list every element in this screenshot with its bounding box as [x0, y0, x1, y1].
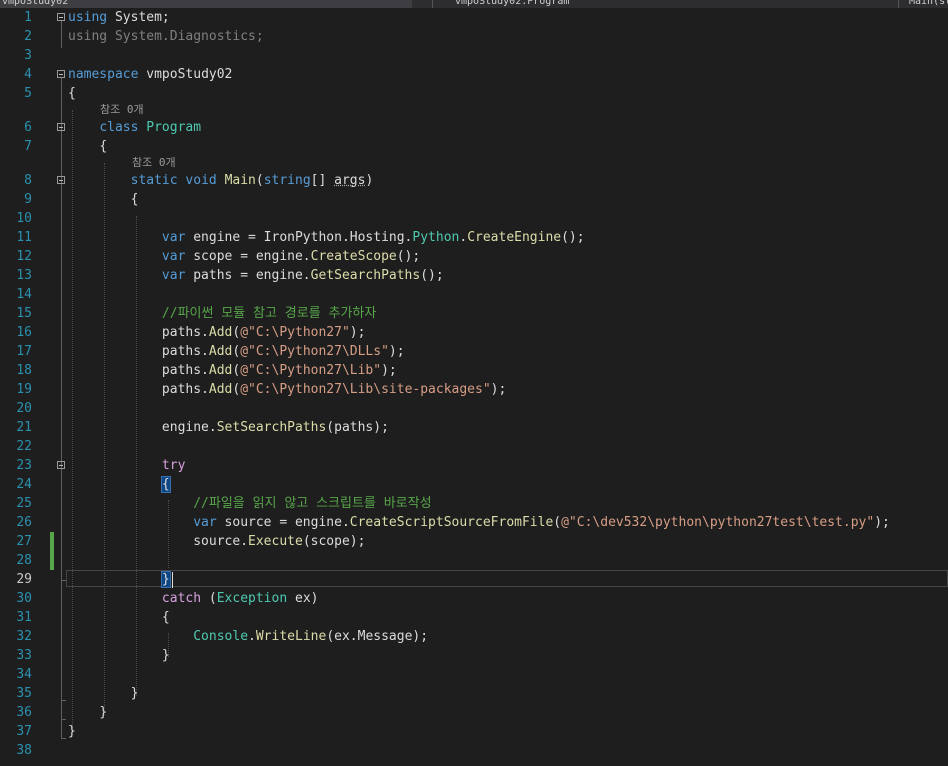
- line-number: 24: [16, 477, 32, 492]
- line-number: 9: [24, 192, 32, 207]
- line-number: 26: [16, 515, 32, 530]
- line-number: 3: [24, 48, 32, 63]
- code-line-12[interactable]: var scope = engine.CreateScope();: [68, 247, 420, 266]
- code-line-9[interactable]: {: [68, 190, 139, 209]
- line-number: 17: [16, 344, 32, 359]
- editor-navigation-bar: vmpoStudy02 vmpoStudy02.Program Main(st: [0, 0, 948, 8]
- code-line-26[interactable]: var source = engine.CreateScriptSourceFr…: [68, 513, 890, 532]
- code-line-31[interactable]: {: [68, 608, 170, 627]
- line-number: 5: [24, 86, 32, 101]
- line-number: 23: [16, 458, 32, 473]
- text-caret: [172, 572, 173, 588]
- main-references-codelens[interactable]: 참조 0개: [132, 156, 176, 170]
- fold-toggle-icon[interactable]: [57, 13, 65, 21]
- code-line-36[interactable]: }: [68, 703, 107, 722]
- line-number: 21: [16, 420, 32, 435]
- line-number: 25: [16, 496, 32, 511]
- line-number: 15: [16, 306, 32, 321]
- line-number: 37: [16, 724, 32, 739]
- line-number: 29: [16, 572, 32, 587]
- line-number: 1: [24, 10, 32, 25]
- code-line-2[interactable]: using System.Diagnostics;: [68, 27, 264, 46]
- line-number: 13: [16, 268, 32, 283]
- code-line-24[interactable]: {: [68, 475, 171, 494]
- code-line-13[interactable]: var paths = engine.GetSearchPaths();: [68, 266, 444, 285]
- fold-toggle-icon[interactable]: [57, 123, 65, 131]
- code-line-15[interactable]: //파이썬 모듈 참고 경로를 추가하자: [68, 304, 376, 323]
- line-number: 10: [16, 211, 32, 226]
- member-dropdown[interactable]: Main(st: [898, 0, 948, 8]
- code-line-19[interactable]: paths.Add(@"C:\Python27\Lib\site-package…: [68, 380, 506, 399]
- class-dropdown[interactable]: vmpoStudy02.Program: [432, 0, 910, 8]
- code-line-21[interactable]: engine.SetSearchPaths(paths);: [68, 418, 389, 437]
- code-line-33[interactable]: }: [68, 646, 170, 665]
- line-number: 27: [16, 534, 32, 549]
- line-number: 12: [16, 249, 32, 264]
- line-number: 34: [16, 667, 32, 682]
- fold-guide: [61, 469, 62, 580]
- code-line-1[interactable]: using System;: [68, 8, 170, 27]
- line-number: 33: [16, 648, 32, 663]
- code-line-23[interactable]: try: [68, 456, 185, 475]
- code-line-11[interactable]: var engine = IronPython.Hosting.Python.C…: [68, 228, 585, 247]
- code-line-4[interactable]: namespace vmpoStudy02: [68, 65, 232, 84]
- project-dropdown[interactable]: vmpoStudy02: [0, 0, 412, 8]
- line-number: 36: [16, 705, 32, 720]
- code-line-8[interactable]: static void Main(string[] args): [68, 171, 374, 190]
- code-line-7[interactable]: {: [68, 137, 107, 156]
- line-number: 16: [16, 325, 32, 340]
- fold-toggle-icon[interactable]: [57, 176, 65, 184]
- line-number: 7: [24, 139, 32, 154]
- line-number: 4: [24, 67, 32, 82]
- code-line-5[interactable]: {: [68, 84, 76, 103]
- code-line-17[interactable]: paths.Add(@"C:\Python27\DLLs");: [68, 342, 405, 361]
- line-number: 8: [24, 173, 32, 188]
- code-line-25[interactable]: //파일을 읽지 않고 스크립트를 바로작성: [68, 494, 431, 513]
- line-number: 11: [16, 230, 32, 245]
- line-number: 6: [24, 120, 32, 135]
- code-line-27[interactable]: source.Execute(scope);: [68, 532, 365, 551]
- fold-toggle-icon[interactable]: [57, 461, 65, 469]
- line-number: 20: [16, 401, 32, 416]
- code-line-6[interactable]: class Program: [68, 118, 201, 137]
- fold-toggle-icon[interactable]: [57, 70, 65, 78]
- code-line-32[interactable]: Console.WriteLine(ex.Message);: [68, 627, 428, 646]
- code-editor[interactable]: 1 2 3 4 5 6 7 8 9 10 11 12 13 14 15 16 17 18 19 20 21 22 23 24 2…: [0, 8, 948, 766]
- line-number: 28: [16, 553, 32, 568]
- line-number: 2: [24, 29, 32, 44]
- code-line-35[interactable]: }: [68, 684, 139, 703]
- matched-brace-open: {: [160, 476, 171, 493]
- line-number: 38: [16, 743, 32, 758]
- class-references-codelens[interactable]: 참조 0개: [100, 103, 144, 117]
- fold-guide: [61, 184, 62, 700]
- line-number: 14: [16, 287, 32, 302]
- line-number: 32: [16, 629, 32, 644]
- change-indicator: [50, 532, 54, 570]
- code-line-16[interactable]: paths.Add(@"C:\Python27");: [68, 323, 366, 342]
- line-number: 30: [16, 591, 32, 606]
- line-number: 22: [16, 439, 32, 454]
- line-number: 19: [16, 382, 32, 397]
- fold-guide: [61, 21, 62, 48]
- code-line-18[interactable]: paths.Add(@"C:\Python27\Lib");: [68, 361, 397, 380]
- line-number: 31: [16, 610, 32, 625]
- line-number: 35: [16, 686, 32, 701]
- code-line-29[interactable]: }: [68, 570, 171, 589]
- matched-brace-close: }: [160, 571, 171, 588]
- code-line-37[interactable]: }: [68, 722, 76, 741]
- code-line-30[interactable]: catch (Exception ex): [68, 589, 319, 608]
- current-line-highlight: [66, 570, 948, 587]
- line-number: 18: [16, 363, 32, 378]
